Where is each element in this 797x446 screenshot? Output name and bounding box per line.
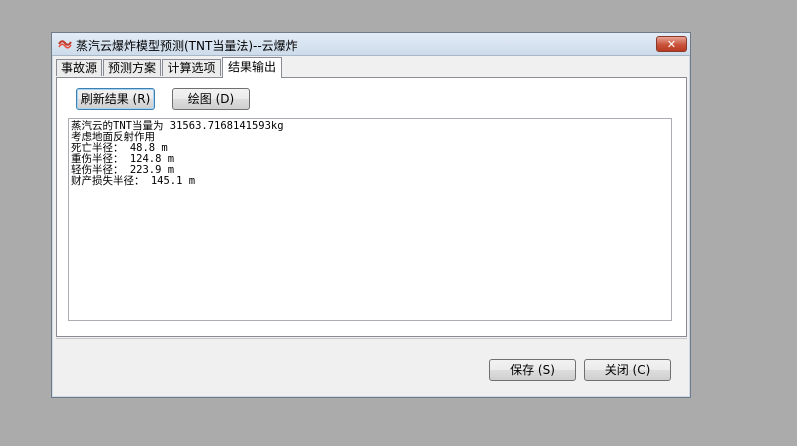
refresh-results-button[interactable]: 刷新结果 (R) — [76, 88, 155, 110]
title-bar[interactable]: 蒸汽云爆炸模型预测(TNT当量法)--云爆炸 ✕ — [52, 33, 690, 56]
close-icon: ✕ — [666, 37, 677, 51]
dialog-window: 蒸汽云爆炸模型预测(TNT当量法)--云爆炸 ✕ 事故源 预测方案 计算选项 结… — [51, 32, 691, 398]
footer-divider — [56, 338, 687, 339]
window-title: 蒸汽云爆炸模型预测(TNT当量法)--云爆炸 — [76, 39, 298, 53]
result-line-tnt-equivalent: 蒸汽云的TNT当量为 31563.7168141593kg — [71, 120, 284, 132]
close-button[interactable]: 关闭 (C) — [584, 359, 671, 381]
plot-button[interactable]: 绘图 (D) — [172, 88, 250, 110]
result-line-property-damage-radius: 财产损失半径： 145.1 m — [71, 175, 196, 187]
save-button[interactable]: 保存 (S) — [489, 359, 576, 381]
tab-results-output[interactable]: 结果输出 — [222, 57, 282, 78]
tab-accident-source[interactable]: 事故源 — [56, 59, 102, 76]
tab-calc-options[interactable]: 计算选项 — [162, 59, 221, 76]
tab-prediction-plan[interactable]: 预测方案 — [103, 59, 161, 76]
app-icon — [58, 40, 72, 49]
results-tab-panel: 刷新结果 (R) 绘图 (D) 蒸汽云的TNT当量为 31563.7168141… — [56, 77, 687, 337]
window-close-button[interactable]: ✕ — [656, 36, 687, 52]
results-textarea[interactable]: 蒸汽云的TNT当量为 31563.7168141593kg 考虑地面反射作用 死… — [68, 118, 672, 321]
